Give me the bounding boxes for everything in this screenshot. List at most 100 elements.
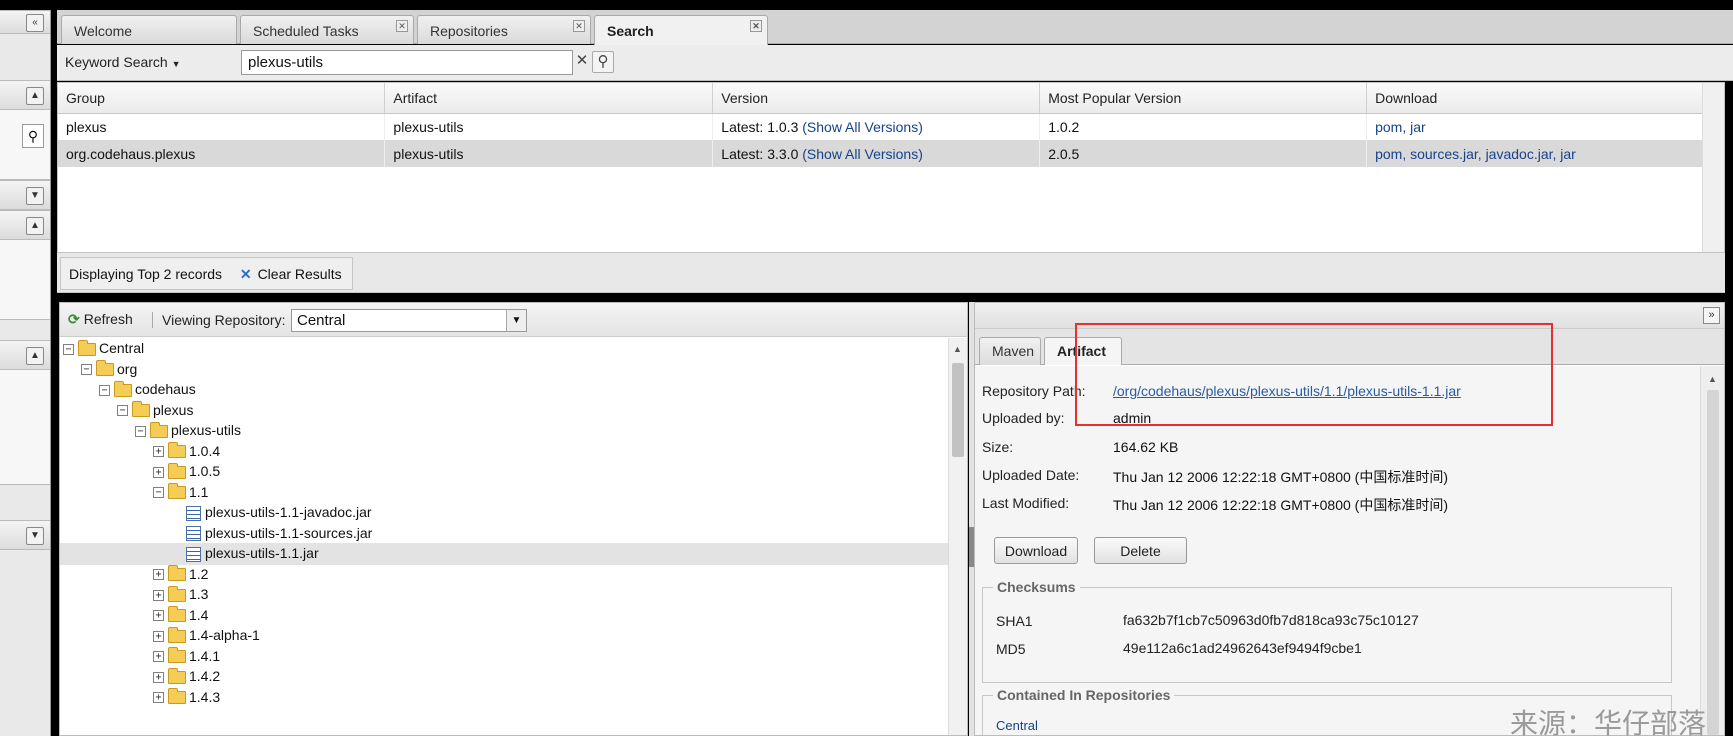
tree-folder-item[interactable]: +1.0.4 (60, 441, 948, 463)
tree-folder-item[interactable]: − Central (60, 338, 948, 360)
expand-down-icon-2[interactable]: ▼ (26, 527, 44, 545)
left-panel-section-header-5: ▼ (0, 520, 50, 550)
collapse-right-icon[interactable]: » (1703, 307, 1720, 324)
chevron-down-icon: ▼ (171, 59, 181, 69)
delete-button[interactable]: Delete (1094, 537, 1187, 564)
tree-folder-item[interactable]: − plexus (60, 400, 948, 422)
repository-select[interactable]: Central ▼ (291, 309, 527, 332)
show-all-versions-link[interactable]: (Show All Versions) (802, 119, 923, 135)
search-icon[interactable]: ⚲ (22, 124, 44, 148)
tree-file-item[interactable]: plexus-utils-1.1-sources.jar (60, 523, 948, 545)
close-icon[interactable]: ✕ (573, 20, 585, 32)
tree-folder-item[interactable]: +1.4.1 (60, 646, 948, 668)
tree-folder-item[interactable]: +1.4-alpha-1 (60, 625, 948, 647)
tree-folder-item[interactable]: +1.3 (60, 584, 948, 606)
expand-node-icon[interactable]: + (153, 446, 164, 458)
expand-node-icon[interactable]: + (153, 651, 164, 663)
tab-repositories[interactable]: Repositories ✕ (417, 15, 591, 44)
collapse-up-icon[interactable]: ▲ (26, 217, 44, 235)
clear-results-button[interactable]: ✕ Clear Results (240, 266, 352, 282)
collapse-node-icon[interactable]: − (81, 364, 92, 376)
folder-icon (132, 401, 150, 418)
search-icon[interactable]: ⚲ (592, 51, 614, 73)
folder-icon (168, 585, 186, 602)
tree-node-label: plexus-utils-1.1-sources.jar (205, 524, 373, 541)
column-header-artifact[interactable]: Artifact (384, 83, 714, 114)
download-links[interactable]: pom, jar (1375, 119, 1426, 135)
tree-node-content: +1.4.1 (153, 647, 220, 664)
tree-node-content: − plexus-utils (135, 421, 241, 438)
tree-folder-item[interactable]: − codehaus (60, 379, 948, 401)
tab-search[interactable]: Search ✕ (594, 15, 768, 45)
tab-scheduled-tasks[interactable]: Scheduled Tasks ✕ (240, 15, 414, 44)
tree-folder-item[interactable]: +1.0.5 (60, 461, 948, 483)
repository-path-link[interactable]: /org/codehaus/plexus/plexus-utils/1.1/pl… (1113, 383, 1461, 399)
chevron-down-icon[interactable]: ▼ (506, 310, 526, 331)
tree-folder-item[interactable]: − 1.1 (60, 482, 948, 504)
download-links[interactable]: pom, sources.jar, javadoc.jar, jar (1375, 146, 1576, 162)
detail-scrollbar[interactable]: ▲ (1700, 366, 1724, 735)
tree-node-content: +1.2 (153, 565, 208, 582)
tree-node-label: plexus-utils-1.1-javadoc.jar (205, 504, 372, 520)
expand-node-icon[interactable]: + (153, 610, 164, 622)
expand-up-icon[interactable]: ▲ (26, 87, 44, 105)
tree-node-label: plexus-utils-1.1.jar (205, 545, 319, 561)
column-header-version[interactable]: Version (712, 83, 1041, 114)
tree-file-item[interactable]: plexus-utils-1.1.jar (60, 543, 948, 565)
scrollbar-thumb[interactable] (1707, 390, 1719, 735)
folder-icon (168, 647, 186, 664)
tab-maven[interactable]: Maven (979, 337, 1041, 365)
tree-folder-item[interactable]: +1.4.3 (60, 687, 948, 709)
tab-welcome[interactable]: Welcome (61, 15, 237, 44)
tab-label: Scheduled Tasks (253, 23, 359, 39)
expand-node-icon[interactable]: + (153, 692, 164, 704)
search-results-grid: Group Artifact Version Most Popular Vers… (57, 82, 1725, 253)
folder-icon (150, 421, 168, 438)
search-input[interactable] (241, 50, 573, 75)
expand-node-icon[interactable]: + (153, 569, 164, 581)
collapse-node-icon[interactable]: − (63, 343, 74, 355)
expand-node-icon[interactable]: + (153, 630, 164, 642)
tree-folder-item[interactable]: − plexus-utils (60, 420, 948, 442)
contained-repository-link[interactable]: Central (996, 718, 1038, 733)
clear-search-icon[interactable]: ✕ (571, 51, 593, 73)
refresh-button[interactable]: ⟳ Refresh (68, 311, 133, 328)
scroll-up-icon[interactable]: ▲ (953, 344, 962, 354)
tree-file-item[interactable]: plexus-utils-1.1-javadoc.jar (60, 502, 948, 524)
close-icon[interactable]: ✕ (750, 20, 762, 32)
tree-folder-item[interactable]: +1.4 (60, 605, 948, 627)
collapse-up-icon-2[interactable]: ▲ (26, 347, 44, 365)
close-icon[interactable]: ✕ (396, 20, 408, 32)
main-tab-strip: Welcome Scheduled Tasks ✕ Repositories ✕… (57, 10, 1733, 45)
download-button[interactable]: Download (994, 537, 1078, 564)
scroll-up-icon[interactable]: ▲ (1708, 374, 1717, 384)
collapse-node-icon[interactable]: − (153, 487, 164, 499)
repository-tree: − Central − org − codehaus − plexus − plexus-util… (60, 338, 948, 735)
folder-icon (114, 380, 132, 397)
collapse-node-icon[interactable]: − (99, 384, 110, 396)
collapse-node-icon[interactable]: − (117, 405, 128, 417)
tree-node-content: − Central (63, 339, 144, 356)
table-row[interactable]: plexus plexus-utils Latest: 1.0.3 (Show … (58, 113, 1704, 140)
table-row-selected[interactable]: org.codehaus.plexus plexus-utils Latest:… (58, 140, 1704, 167)
tree-node-content: +1.4.2 (153, 667, 220, 684)
expand-node-icon[interactable]: + (153, 589, 164, 601)
collapse-left-icon[interactable]: « (26, 14, 44, 32)
expand-node-icon[interactable]: + (153, 671, 164, 683)
expand-node-icon[interactable]: + (153, 466, 164, 478)
tab-artifact[interactable]: Artifact (1044, 337, 1122, 365)
grid-scrollbar[interactable] (1702, 83, 1724, 252)
tree-folder-item[interactable]: +1.4.2 (60, 666, 948, 688)
viewing-repository-label: Viewing Repository: (151, 312, 286, 328)
show-all-versions-link[interactable]: (Show All Versions) (802, 146, 923, 162)
column-header-download[interactable]: Download (1366, 83, 1704, 114)
column-header-group[interactable]: Group (58, 83, 386, 114)
column-header-popular-version[interactable]: Most Popular Version (1039, 83, 1368, 114)
expand-down-icon[interactable]: ▼ (26, 187, 44, 205)
collapse-node-icon[interactable]: − (135, 425, 146, 437)
scrollbar-thumb[interactable] (952, 363, 964, 457)
tree-scrollbar[interactable]: ▲ (948, 338, 967, 735)
tree-folder-item[interactable]: − org (60, 359, 948, 381)
tree-folder-item[interactable]: +1.2 (60, 564, 948, 586)
keyword-search-dropdown[interactable]: Keyword Search ▼ (65, 54, 181, 70)
